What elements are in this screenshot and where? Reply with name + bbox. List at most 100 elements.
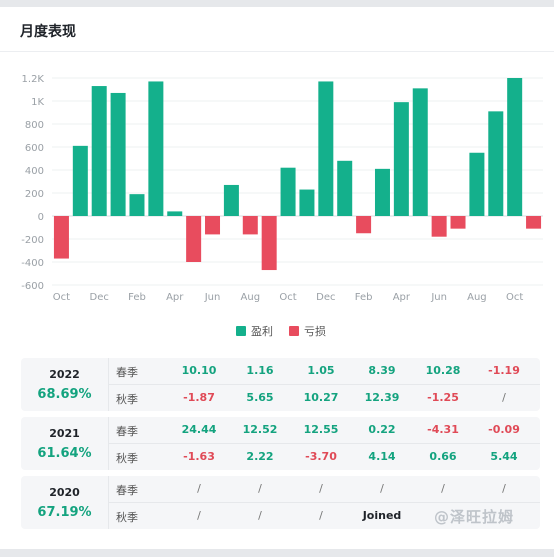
y-tick-label: 0 xyxy=(38,212,44,223)
bar-profit[interactable] xyxy=(148,81,164,216)
legend-label-loss: 亏损 xyxy=(304,325,326,338)
bar-loss[interactable] xyxy=(205,216,221,235)
year-card-2022: 2022 68.69% 春季 10.10 1.16 1.05 8.39 10.2… xyxy=(21,358,540,411)
bar-loss[interactable] xyxy=(261,216,277,271)
x-tick-label: Dec xyxy=(90,292,109,303)
x-tick-label: Aug xyxy=(467,292,487,303)
year-label: 2021 xyxy=(49,427,80,440)
value-cell: / xyxy=(197,509,201,522)
bar-profit[interactable] xyxy=(299,189,315,216)
bar-loss[interactable] xyxy=(431,216,447,237)
year-label: 2020 xyxy=(49,486,80,499)
season-label: 春季 xyxy=(116,366,138,379)
value-cell: 5.44 xyxy=(490,450,518,463)
year-win-rate: 68.69% xyxy=(37,387,92,402)
bar-profit[interactable] xyxy=(507,78,523,216)
value-cell: 5.65 xyxy=(246,391,274,404)
value-cell: 12.39 xyxy=(364,391,400,404)
y-tick-label: 1K xyxy=(31,97,44,108)
legend-item-profit[interactable]: 盈利 xyxy=(236,323,273,339)
bar-loss[interactable] xyxy=(526,216,542,229)
value-cell: -1.25 xyxy=(427,391,459,404)
chart-legend: 盈利 亏损 xyxy=(236,323,326,339)
bar-profit[interactable] xyxy=(223,184,239,216)
bar-profit[interactable] xyxy=(167,211,183,216)
x-tick-label: Oct xyxy=(53,292,70,303)
value-cell: 1.05 xyxy=(307,364,335,377)
bar-profit[interactable] xyxy=(412,88,428,216)
season-label: 春季 xyxy=(116,425,138,438)
season-row-spring: 春季 10.10 1.16 1.05 8.39 10.28 -1.19 xyxy=(108,358,540,385)
value-cell: 12.55 xyxy=(303,423,339,436)
year-summary: 2022 68.69% xyxy=(21,358,109,411)
top-divider xyxy=(0,0,554,7)
value-cell: 12.52 xyxy=(242,423,278,436)
bar-profit[interactable] xyxy=(129,194,145,216)
year-summary: 2020 67.19% xyxy=(21,476,109,529)
x-tick-label: Oct xyxy=(506,292,523,303)
value-cell: / xyxy=(258,509,262,522)
bottom-divider xyxy=(0,549,554,557)
value-cell: -3.70 xyxy=(305,450,337,463)
season-row-autumn: 秋季 -1.63 2.22 -3.70 4.14 0.66 5.44 xyxy=(108,444,540,470)
y-tick-label: -600 xyxy=(21,281,44,292)
x-tick-label: Feb xyxy=(128,292,146,303)
bar-profit[interactable] xyxy=(393,102,409,216)
bar-profit[interactable] xyxy=(91,86,107,216)
bar-profit[interactable] xyxy=(488,111,504,216)
value-cell: -0.09 xyxy=(488,423,520,436)
x-tick-label: Apr xyxy=(166,292,184,303)
value-cell: 1.16 xyxy=(246,364,274,377)
bar-loss[interactable] xyxy=(53,216,69,259)
y-tick-label: 600 xyxy=(25,143,44,154)
year-win-rate: 67.19% xyxy=(37,505,92,520)
value-cell: -4.31 xyxy=(427,423,459,436)
value-cell: -1.63 xyxy=(183,450,215,463)
season-label: 秋季 xyxy=(116,393,138,406)
x-tick-label: Dec xyxy=(316,292,335,303)
x-tick-label: Feb xyxy=(355,292,373,303)
bar-profit[interactable] xyxy=(318,81,334,216)
bar-loss[interactable] xyxy=(450,216,466,229)
monthly-performance-chart: -600 -400 -200 0 200 400 600 800 1K 1.2K Oct Dec Feb… xyxy=(21,74,543,303)
x-tick-label: Oct xyxy=(279,292,296,303)
bar-loss[interactable] xyxy=(242,216,258,235)
bar-profit[interactable] xyxy=(72,145,88,216)
value-cell: / xyxy=(319,482,323,495)
season-label: 秋季 xyxy=(116,511,138,524)
legend-item-loss[interactable]: 亏损 xyxy=(289,323,326,339)
value-cell: 8.39 xyxy=(368,364,396,377)
season-label: 秋季 xyxy=(116,452,138,465)
bar-profit[interactable] xyxy=(280,167,296,216)
bar-profit[interactable] xyxy=(374,168,390,216)
year-label: 2022 xyxy=(49,368,80,381)
value-cell: 24.44 xyxy=(181,423,217,436)
value-cell: Joined xyxy=(362,509,402,522)
value-cell: / xyxy=(502,482,506,495)
x-tick-label: Apr xyxy=(393,292,411,303)
bar-profit[interactable] xyxy=(469,152,485,216)
season-row-spring: 春季 / / / / / / xyxy=(108,476,540,503)
value-cell: 10.28 xyxy=(425,364,461,377)
value-cell: / xyxy=(441,482,445,495)
x-tick-label: Aug xyxy=(241,292,261,303)
season-label: 春季 xyxy=(116,484,138,497)
legend-swatch-profit xyxy=(236,326,246,336)
x-tick-label: Jun xyxy=(430,292,447,303)
bar-profit[interactable] xyxy=(110,92,126,216)
bar-profit[interactable] xyxy=(337,160,353,216)
y-tick-label: 800 xyxy=(25,120,44,131)
value-cell: 10.10 xyxy=(181,364,217,377)
value-cell: / xyxy=(380,482,384,495)
value-cell: / xyxy=(319,509,323,522)
value-cell: / xyxy=(197,482,201,495)
year-card-2021: 2021 61.64% 春季 24.44 12.52 12.55 0.22 -4… xyxy=(21,417,540,470)
y-tick-label: -400 xyxy=(21,258,44,269)
value-cell: 10.27 xyxy=(303,391,339,404)
bar-loss[interactable] xyxy=(356,216,372,234)
value-cell: 2.22 xyxy=(246,450,274,463)
value-cell: 4.14 xyxy=(368,450,396,463)
value-cell: 0.22 xyxy=(368,423,396,436)
bar-loss[interactable] xyxy=(186,216,202,262)
season-row-spring: 春季 24.44 12.52 12.55 0.22 -4.31 -0.09 xyxy=(108,417,540,444)
